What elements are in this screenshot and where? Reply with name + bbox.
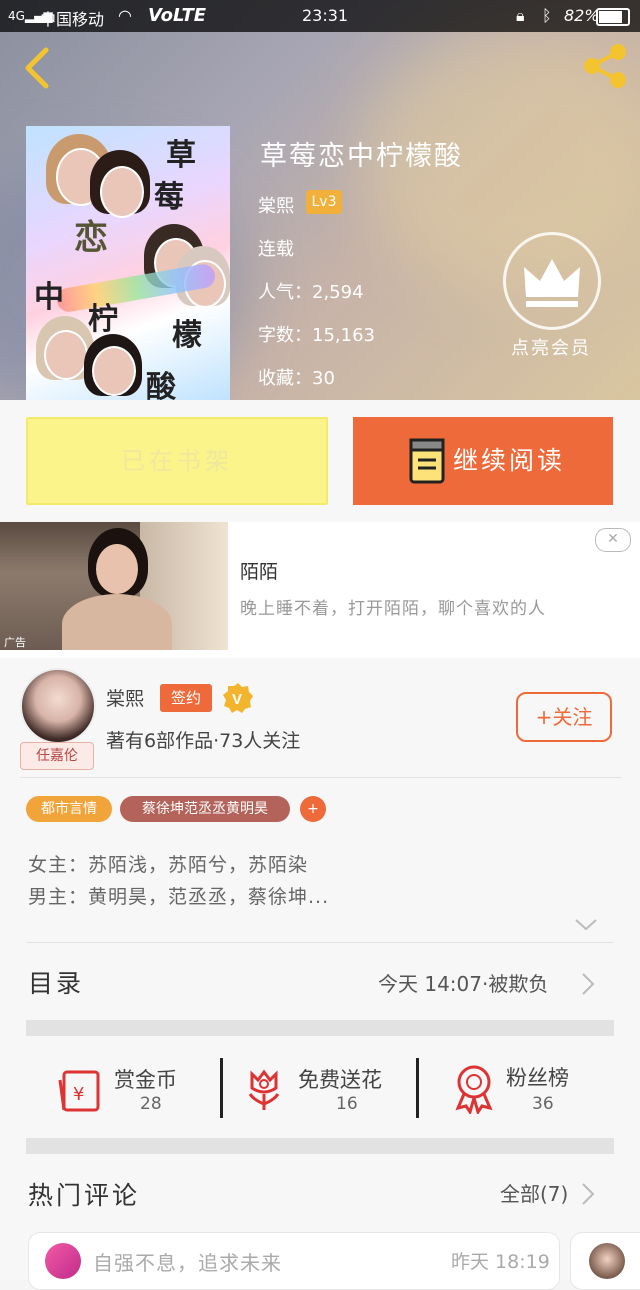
reward-count: 28 <box>140 1094 162 1114</box>
battery-text: 82% <box>564 6 600 25</box>
divider <box>26 942 614 943</box>
chevron-right-icon <box>578 970 598 998</box>
word-count-text: 字数：15,163 <box>258 325 375 346</box>
author-name[interactable]: 棠熙 <box>258 192 294 218</box>
commenter-avatar[interactable] <box>589 1243 625 1279</box>
latest-chapter: 今天 14:07·被欺负 <box>378 972 549 996</box>
serial-status: 连载 <box>258 239 294 260</box>
volte-text: VoLTE <box>148 5 207 26</box>
svg-text:¥: ¥ <box>73 1084 84 1105</box>
reward-coins-button[interactable]: ¥ 赏金币 28 <box>56 1060 206 1120</box>
comment-text: 自强不息，追求未来 <box>93 1251 282 1275</box>
vip-label: 点亮会员 <box>511 338 591 359</box>
continue-reading-button[interactable]: 继续阅读 <box>353 417 613 505</box>
cover-char: 中 <box>34 280 64 315</box>
author-stats: 著有6部作品·73人关注 <box>106 730 301 752</box>
section-separator <box>26 1138 614 1154</box>
comment-card[interactable] <box>570 1232 640 1290</box>
tag-characters[interactable]: 蔡徐坤范丞丞黄明昊 <box>120 796 290 822</box>
fan-ranking-button[interactable]: 粉丝榜 36 <box>452 1060 592 1120</box>
comment-card[interactable]: 自强不息，追求未来 昨天 18:19 <box>28 1232 560 1290</box>
avatar-tag: 任嘉伦 <box>20 742 94 770</box>
author-card-name[interactable]: 棠熙 <box>106 684 144 711</box>
cover-char: 草 <box>166 138 196 173</box>
continue-reading-label: 继续阅读 <box>453 446 566 475</box>
signed-badge: 签约 <box>160 684 212 712</box>
ad-image[interactable]: 广告 <box>0 522 228 650</box>
popularity-text: 人气：2,594 <box>258 282 364 303</box>
book-cover[interactable]: 草 莓 恋 中 柠 檬 酸 <box>26 126 230 400</box>
author-avatar[interactable] <box>20 668 96 744</box>
red-envelope-icon: ¥ <box>58 1070 100 1112</box>
level-badge: Lv3 <box>306 190 342 214</box>
chevron-down-icon <box>575 919 597 931</box>
status-bar: 4G▂▄▆ 中国移动 ◠ VoLTE 23:31 🔒︎ ᛒ 82% <box>0 0 640 32</box>
bluetooth-icon: ᛒ <box>542 6 552 25</box>
follow-button[interactable]: +关注 <box>516 692 612 742</box>
ad-close-button[interactable]: ✕ <box>595 528 631 552</box>
section-separator <box>26 1020 614 1036</box>
summary-line: 男主：黄明昊，范丞丞，蔡徐坤... <box>28 886 330 908</box>
ad-badge: 广告 <box>4 636 26 649</box>
comments-title: 热门评论 <box>28 1181 141 1210</box>
divider <box>20 777 622 778</box>
reward-label: 赏金币 <box>114 1068 177 1092</box>
reward-label: 粉丝榜 <box>506 1066 569 1090</box>
reward-label: 免费送花 <box>298 1068 382 1092</box>
all-comments-link[interactable]: 全部(7) <box>500 1178 568 1207</box>
battery-icon <box>596 8 630 26</box>
in-shelf-button[interactable]: 已在书架 <box>26 417 328 505</box>
back-button[interactable] <box>14 44 58 92</box>
close-icon: ✕ <box>607 531 619 547</box>
tag-genre[interactable]: 都市言情 <box>26 796 112 822</box>
verified-v-icon: V <box>222 682 254 714</box>
cover-char: 酸 <box>146 370 176 400</box>
ad-description: 晚上睡不着，打开陌陌，聊个喜欢的人 <box>240 599 546 619</box>
catalog-label: 目录 <box>28 969 85 998</box>
reward-count: 36 <box>532 1094 554 1114</box>
add-tag-button[interactable]: + <box>300 796 326 822</box>
summary-line: 女主：苏陌浅，苏陌兮，苏陌染 <box>28 854 309 876</box>
vip-button[interactable] <box>503 232 601 330</box>
wifi-icon: ◠ <box>118 6 132 25</box>
svg-text:V: V <box>232 691 242 708</box>
cover-char: 莓 <box>154 180 184 215</box>
send-flower-button[interactable]: 免费送花 16 <box>244 1060 404 1120</box>
cover-char: 檬 <box>172 318 202 353</box>
favorites-text: 收藏：30 <box>258 368 335 389</box>
commenter-avatar[interactable] <box>45 1243 81 1279</box>
lock-icon: 🔒︎ <box>516 6 525 25</box>
expand-button[interactable] <box>572 914 600 934</box>
share-icon <box>584 44 626 88</box>
back-arrow-icon <box>25 47 49 89</box>
clock-text: 23:31 <box>302 6 349 25</box>
ad-title: 陌陌 <box>240 561 279 583</box>
cover-char: 恋 <box>74 218 108 258</box>
divider <box>416 1058 419 1118</box>
carrier-text: 中国移动 <box>40 10 105 29</box>
book-title: 草莓恋中柠檬酸 <box>260 141 463 172</box>
flower-icon <box>248 1069 280 1110</box>
reward-count: 16 <box>336 1094 358 1114</box>
divider <box>220 1058 223 1118</box>
chevron-right-icon <box>578 1180 598 1208</box>
share-button[interactable] <box>580 42 630 90</box>
book-icon <box>409 438 445 484</box>
crown-icon <box>524 259 580 307</box>
cover-char: 柠 <box>88 302 118 337</box>
medal-icon <box>455 1065 493 1114</box>
comment-time: 昨天 18:19 <box>451 1251 550 1273</box>
